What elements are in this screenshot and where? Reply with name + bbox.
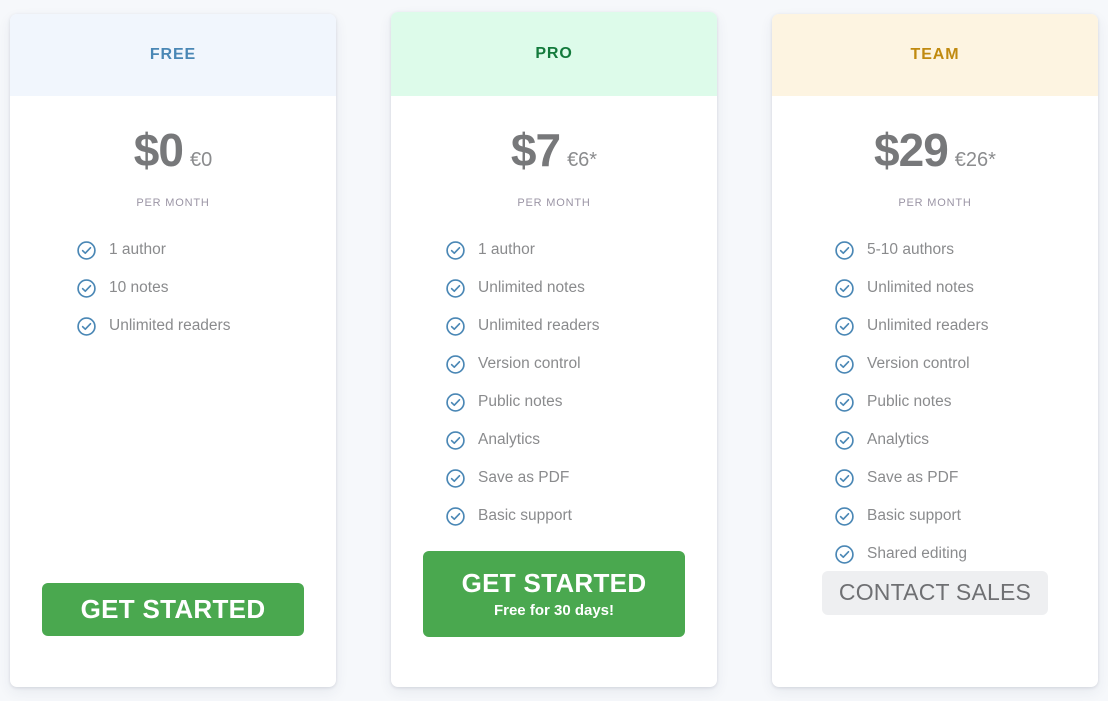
list-item: Version control	[834, 345, 1098, 383]
list-item: Basic support	[445, 497, 717, 535]
feature-label: 1 author	[478, 241, 535, 258]
list-item: Unlimited notes	[834, 269, 1098, 307]
plan-body-pro: $7 €6* PER MONTH 1 author Unlimited note…	[391, 96, 717, 687]
list-item: 10 notes	[76, 269, 336, 307]
feature-label: Public notes	[478, 393, 563, 410]
check-circle-icon	[835, 278, 854, 298]
check-circle-icon	[835, 354, 854, 374]
feature-label: Shared editing	[867, 545, 967, 562]
price-row-pro: $7 €6*	[391, 127, 717, 173]
feature-label: Analytics	[867, 431, 930, 448]
billing-period-team: PER MONTH	[898, 197, 972, 209]
price-usd-free: $0	[133, 124, 184, 176]
get-started-button-free[interactable]: GET STARTED	[42, 583, 304, 636]
feature-label: 10 notes	[109, 279, 169, 296]
cta-label: GET STARTED	[80, 594, 266, 625]
price-row-team: $29 €26*	[772, 127, 1098, 173]
feature-label: Unlimited readers	[867, 317, 989, 334]
plan-header-team: TEAM	[772, 14, 1098, 96]
check-circle-icon	[446, 354, 465, 374]
check-circle-icon	[446, 240, 465, 260]
feature-label: Save as PDF	[867, 469, 959, 486]
list-item: Version control	[445, 345, 717, 383]
feature-label: Version control	[478, 355, 581, 372]
check-circle-icon	[77, 278, 96, 298]
check-circle-icon	[77, 316, 96, 336]
plan-body-free: $0 €0 PER MONTH 1 author 10 notes Unlimi…	[10, 96, 336, 687]
feature-label: Unlimited notes	[867, 279, 974, 296]
plan-body-team: $29 €26* PER MONTH 5-10 authors Unlimite…	[772, 96, 1098, 687]
feature-label: Version control	[867, 355, 970, 372]
feature-label: Unlimited notes	[478, 279, 585, 296]
feature-list-team: 5-10 authors Unlimited notes Unlimited r…	[772, 231, 1098, 573]
check-circle-icon	[835, 316, 854, 336]
list-item: Save as PDF	[834, 459, 1098, 497]
list-item: Unlimited readers	[834, 307, 1098, 345]
feature-label: Analytics	[478, 431, 541, 448]
check-circle-icon	[835, 430, 854, 450]
cta-wrap-team: CONTACT SALES	[772, 571, 1098, 680]
check-circle-icon	[446, 430, 465, 450]
feature-label: 1 author	[109, 241, 166, 258]
feature-label: Unlimited readers	[478, 317, 600, 334]
check-circle-icon	[835, 506, 854, 526]
list-item: Public notes	[445, 383, 717, 421]
check-circle-icon	[77, 240, 96, 260]
feature-list-pro: 1 author Unlimited notes Unlimited reade…	[391, 231, 717, 535]
billing-period-free: PER MONTH	[136, 197, 210, 209]
list-item: Save as PDF	[445, 459, 717, 497]
list-item: Shared editing	[834, 535, 1098, 573]
check-circle-icon	[446, 506, 465, 526]
price-eur-free: €0	[189, 149, 213, 171]
cta-label: CONTACT SALES	[838, 579, 1032, 606]
feature-list-free: 1 author 10 notes Unlimited readers	[10, 231, 336, 345]
price-usd-pro: $7	[510, 124, 561, 176]
cta-wrap-pro: GET STARTED Free for 30 days!	[391, 551, 717, 665]
plan-card-pro: PRO $7 €6* PER MONTH 1 author Unlimited …	[391, 12, 717, 687]
price-eur-pro: €6*	[567, 149, 598, 171]
list-item: 5-10 authors	[834, 231, 1098, 269]
feature-label: Basic support	[478, 507, 572, 524]
check-circle-icon	[835, 544, 854, 564]
check-circle-icon	[446, 316, 465, 336]
feature-label: Basic support	[867, 507, 961, 524]
price-row-free: $0 €0	[10, 127, 336, 173]
list-item: Basic support	[834, 497, 1098, 535]
feature-label: Unlimited readers	[109, 317, 231, 334]
plan-name-free: FREE	[149, 46, 197, 63]
pricing-plans-board: FREE $0 €0 PER MONTH 1 author 10 notes U…	[0, 0, 1108, 701]
feature-label: Public notes	[867, 393, 952, 410]
list-item: Unlimited readers	[76, 307, 336, 345]
plan-card-free: FREE $0 €0 PER MONTH 1 author 10 notes U…	[10, 14, 336, 687]
plan-header-pro: PRO	[391, 12, 717, 96]
plan-name-pro: PRO	[535, 45, 573, 62]
list-item: 1 author	[76, 231, 336, 269]
plan-card-team: TEAM $29 €26* PER MONTH 5-10 authors Unl…	[772, 14, 1098, 687]
list-item: Analytics	[445, 421, 717, 459]
check-circle-icon	[835, 240, 854, 260]
list-item: Public notes	[834, 383, 1098, 421]
cta-wrap-free: GET STARTED	[10, 583, 336, 665]
check-circle-icon	[835, 392, 854, 412]
contact-sales-button-team[interactable]: CONTACT SALES	[822, 571, 1048, 615]
check-circle-icon	[446, 278, 465, 298]
price-usd-team: $29	[874, 124, 949, 176]
cta-sublabel: Free for 30 days!	[493, 601, 615, 619]
list-item: Analytics	[834, 421, 1098, 459]
cta-label: GET STARTED	[461, 568, 647, 599]
price-eur-team: €26*	[954, 149, 996, 171]
list-item: Unlimited readers	[445, 307, 717, 345]
check-circle-icon	[835, 468, 854, 488]
feature-label: 5-10 authors	[867, 241, 955, 258]
check-circle-icon	[446, 392, 465, 412]
feature-label: Save as PDF	[478, 469, 570, 486]
plan-header-free: FREE	[10, 14, 336, 96]
plan-name-team: TEAM	[910, 46, 960, 63]
billing-period-pro: PER MONTH	[517, 197, 591, 209]
get-started-button-pro[interactable]: GET STARTED Free for 30 days!	[423, 551, 685, 637]
list-item: 1 author	[445, 231, 717, 269]
check-circle-icon	[446, 468, 465, 488]
list-item: Unlimited notes	[445, 269, 717, 307]
